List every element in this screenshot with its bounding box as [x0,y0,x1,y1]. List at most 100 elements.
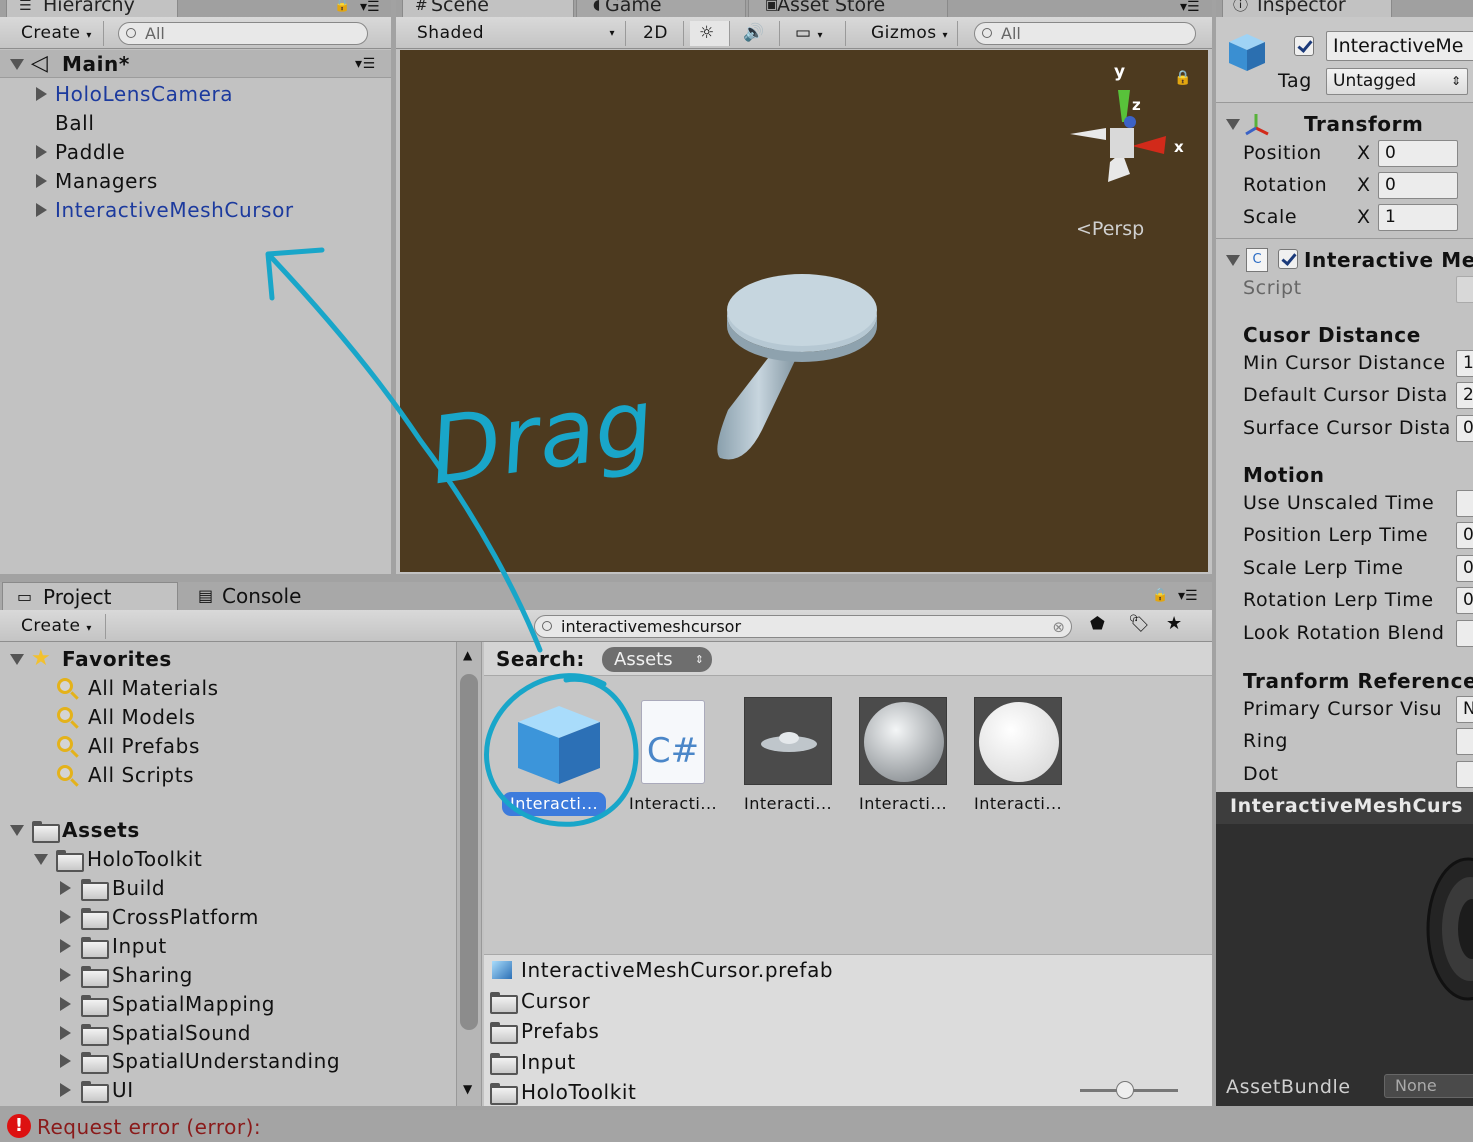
inspector-field-value[interactable]: N [1456,696,1473,723]
expand-arrow-icon[interactable] [60,909,71,924]
transform-value-field[interactable]: 1 [1378,204,1458,231]
csharp-script-icon[interactable]: C# [641,700,705,784]
hierarchy-item[interactable]: Managers [0,167,391,195]
persp-label[interactable]: <Persp [1076,218,1144,240]
panel-menu-icon[interactable]: ▾☰ [1178,588,1198,604]
hierarchy-item[interactable]: InteractiveMeshCursor [0,196,391,224]
panel-menu-icon[interactable]: ▾☰ [1180,0,1200,15]
tab-hierarchy[interactable]: ☰ Hierarchy [6,0,178,17]
expand-arrow-icon[interactable] [10,825,24,836]
create-dropdown[interactable]: Create ▾ [12,614,106,639]
filter-by-label-icon[interactable]: 🏷 [1128,614,1150,634]
inspector-field-value[interactable]: 0 [1456,587,1473,615]
zoom-slider[interactable] [1080,1081,1178,1099]
component-enabled-checkbox[interactable] [1278,249,1298,269]
inspector-field-value[interactable]: 0 [1456,522,1473,550]
panel-menu-icon[interactable]: ▾☰ [360,0,380,15]
tag-dropdown[interactable]: Untagged ⇕ [1326,68,1468,95]
inspector-field-value[interactable] [1456,728,1473,756]
assetbundle-dropdown[interactable]: None [1384,1074,1473,1098]
clear-search-icon[interactable]: ⊗ [1052,617,1065,637]
lighting-toggle[interactable]: ☼ [690,21,730,46]
asset-result-label[interactable]: Interacti... [502,792,607,816]
prefab-cube-icon[interactable] [514,700,604,788]
inspector-field-value[interactable] [1456,619,1473,647]
tab-project[interactable]: ▭ Project [2,582,178,610]
lock-icon[interactable]: 🔒 [1174,70,1191,86]
scope-assets-pill[interactable]: Assets ⇕ [602,647,712,672]
zoom-slider-thumb[interactable] [1116,1081,1134,1099]
hierarchy-item[interactable]: HoloLensCamera [0,80,391,108]
object-name-field[interactable]: InteractiveMe [1326,31,1473,61]
inspector-field-value[interactable] [1456,490,1473,517]
hierarchy-search-input[interactable]: All [118,22,368,45]
scene-menu-icon[interactable]: ▾☰ [355,50,376,78]
mesh-preview-icon[interactable] [744,697,832,785]
component-header[interactable]: C Interactive Me [1216,244,1473,276]
status-bar[interactable]: ! Request error (error): [0,1110,1473,1142]
create-dropdown[interactable]: Create ▾ [12,21,104,46]
expand-arrow-icon[interactable] [60,967,71,982]
expand-arrow-icon[interactable] [1226,255,1240,266]
script-field [1456,276,1473,303]
shading-dropdown[interactable]: Shaded ▾ [408,21,626,46]
preview-header[interactable]: InteractiveMeshCurs [1216,792,1473,824]
project-search-input[interactable]: interactivemeshcursor ⊗ [534,615,1072,638]
expand-arrow-icon[interactable] [10,654,24,665]
preview-area[interactable]: AssetBundle None [1216,824,1473,1106]
expand-arrow-icon[interactable] [36,145,47,159]
expand-arrow-icon[interactable] [60,1083,71,1098]
hierarchy-item[interactable]: Ball [0,109,391,137]
scene-root-row[interactable]: ◁ Main* ▾☰ [0,50,391,78]
scrollbar-thumb[interactable] [460,674,478,1030]
expand-arrow-icon[interactable] [36,174,47,188]
inspector-field-value[interactable]: 0 [1456,554,1473,582]
expand-arrow-icon[interactable] [36,203,47,217]
favorite-star-icon[interactable]: ★ [1166,613,1182,634]
expand-arrow-icon[interactable] [34,854,48,865]
audio-toggle[interactable]: 🔊 [734,21,780,46]
expand-arrow-icon[interactable] [60,938,71,953]
asset-result-label[interactable]: Interacti... [744,794,832,813]
tab-console[interactable]: ▤ Console [182,582,352,610]
inspector-field-value[interactable]: 1 [1456,350,1473,377]
expand-arrow-icon[interactable] [1226,119,1240,130]
asset-result-label[interactable]: Interacti... [974,794,1062,813]
paddle-object[interactable] [700,270,900,470]
tab-inspector[interactable]: ⓘ Inspector [1222,0,1392,17]
transform-header[interactable]: Transform [1216,108,1473,140]
scroll-up-icon[interactable]: ▲ [463,648,472,662]
scene-toolbar: Shaded ▾ 2D ☼ 🔊 ▭ ▾ Gizmos ▾ All [396,17,1212,49]
expand-arrow-icon[interactable] [10,59,24,70]
hierarchy-panel: ☰ Hierarchy 🔒 ▾☰ Create ▾ All ◁ Main* ▾☰… [0,0,391,574]
expand-arrow-icon[interactable] [60,1025,71,1040]
expand-arrow-icon[interactable] [60,881,71,895]
material-sphere-icon[interactable] [974,697,1062,785]
inspector-field-value[interactable] [1456,760,1473,788]
tab-scene[interactable]: # Scene [402,0,574,17]
scene-viewport[interactable]: y z x 🔒 <Persp [400,50,1208,572]
tab-game[interactable]: ◖ Game [576,0,746,17]
lock-icon[interactable]: 🔒 [334,0,350,13]
2d-toggle[interactable]: 2D [634,21,684,46]
expand-arrow-icon[interactable] [36,87,47,101]
scroll-down-icon[interactable]: ▼ [463,1082,472,1096]
expand-arrow-icon[interactable] [60,996,71,1011]
asset-result-label[interactable]: Interacti... [859,794,947,813]
lock-icon[interactable]: 🔒 [1152,588,1168,603]
transform-value-field[interactable]: 0 [1378,140,1458,167]
scene-search-input[interactable]: All [974,22,1196,45]
filter-by-type-icon[interactable]: ⬟ [1090,614,1105,634]
expand-arrow-icon[interactable] [60,1054,71,1069]
effects-dropdown[interactable]: ▭ ▾ [786,21,846,46]
inspector-field-value[interactable]: 2 [1456,382,1473,410]
gizmos-dropdown[interactable]: Gizmos ▾ [862,21,958,46]
inspector-field-value[interactable]: 0 [1456,414,1473,442]
active-checkbox[interactable] [1294,36,1314,56]
tree-scrollbar[interactable]: ▲ ▼ [456,642,482,1106]
transform-value-field[interactable]: 0 [1378,172,1458,199]
material-sphere-icon[interactable] [859,697,947,785]
hierarchy-item[interactable]: Paddle [0,138,391,166]
tab-asset-store[interactable]: ▣ Asset Store [748,0,948,17]
asset-result-label[interactable]: Interacti... [629,794,717,813]
